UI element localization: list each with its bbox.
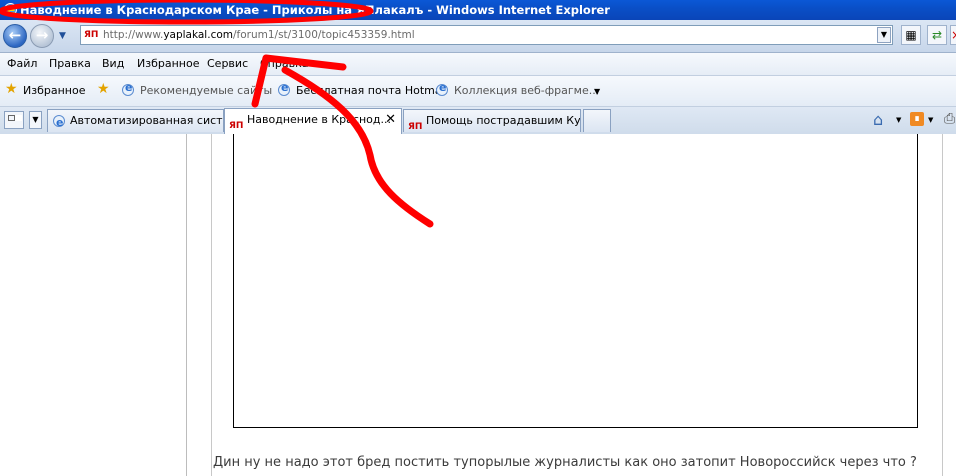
post-image	[233, 134, 918, 428]
favorites-star-icon: ★	[5, 81, 18, 97]
ie-page-icon	[436, 81, 448, 96]
site-favicon: ЯП	[229, 121, 244, 131]
quick-tabs-icon[interactable]	[4, 111, 24, 129]
page-icon: ▦	[905, 28, 917, 42]
ie-page-icon	[278, 81, 290, 96]
fav-web-slice-gallery[interactable]: Коллекция веб-фрагме...	[454, 84, 599, 97]
window-title-bar: Наводнение в Краснодарском Крае - Прикол…	[0, 0, 956, 20]
ie-logo-icon	[4, 0, 17, 20]
post-border-right	[942, 134, 943, 476]
ie-page-icon	[122, 81, 134, 96]
menu-file[interactable]: Файл	[7, 57, 37, 70]
tab-list-dropdown[interactable]: ▼	[29, 111, 42, 129]
fav-suggested-sites[interactable]: Рекомендуемые сайты	[140, 84, 272, 97]
menu-view[interactable]: Вид	[102, 57, 124, 70]
add-favorite-icon[interactable]: ★	[97, 81, 110, 97]
fav-hotmail[interactable]: Бесплатная почта Hotmail	[296, 84, 448, 97]
address-dropdown[interactable]: ▼	[877, 27, 891, 43]
favorites-overflow-icon[interactable]: ▼	[594, 87, 600, 96]
menu-edit[interactable]: Правка	[49, 57, 91, 70]
menu-help[interactable]: Справка	[260, 57, 308, 70]
forward-icon: →	[35, 26, 49, 44]
stop-button[interactable]: ×	[950, 25, 956, 45]
menu-bar: Файл Правка Вид Избранное Сервис Справка	[0, 53, 956, 76]
back-button[interactable]: ←	[3, 24, 27, 48]
close-icon[interactable]: ✕	[385, 109, 396, 131]
refresh-icon: ⇄	[931, 28, 943, 42]
site-favicon: ЯП	[408, 122, 423, 132]
favorites-button[interactable]: Избранное	[23, 84, 85, 97]
new-tab-button[interactable]	[583, 109, 611, 132]
ie-page-icon	[53, 112, 65, 132]
address-url[interactable]: http://www.yaplakal.com/forum1/st/3100/t…	[103, 26, 415, 44]
forward-button[interactable]: →	[30, 24, 54, 48]
favorites-bar: ★ Избранное ★ Рекомендуемые сайты Беспла…	[0, 76, 956, 107]
tab-help-victims[interactable]: ЯП Помощь пострадавшим Ку...	[403, 109, 581, 132]
home-dropdown[interactable]: ▼	[896, 116, 901, 124]
address-bar[interactable]: ЯП http://www.yaplakal.com/forum1/st/310…	[80, 25, 893, 45]
compatibility-button[interactable]: ▦	[901, 25, 921, 45]
site-favicon: ЯП	[84, 30, 99, 40]
history-dropdown[interactable]: ▼	[59, 31, 66, 41]
menu-tools[interactable]: Сервис	[207, 57, 248, 70]
post-border-left	[211, 134, 212, 476]
tab-automated-system[interactable]: Автоматизированная сист...	[47, 109, 224, 132]
back-icon: ←	[8, 26, 22, 44]
rss-dropdown[interactable]: ▼	[928, 116, 933, 124]
forum-sidebar	[0, 134, 187, 476]
home-icon[interactable]: ⌂	[873, 110, 883, 129]
refresh-button[interactable]: ⇄	[927, 25, 947, 45]
menu-favorites[interactable]: Избранное	[137, 57, 199, 70]
post-comment: Дин ну не надо этот бред постить тупорыл…	[213, 455, 917, 470]
rss-icon[interactable]: ∎	[910, 112, 924, 126]
stop-icon: ×	[951, 28, 956, 42]
window-title: Наводнение в Краснодарском Крае - Прикол…	[20, 3, 610, 17]
tab-flood-krasnodar[interactable]: ЯП Наводнение в Краснод... ✕	[224, 108, 402, 134]
print-icon[interactable]: ⎙	[944, 111, 955, 127]
